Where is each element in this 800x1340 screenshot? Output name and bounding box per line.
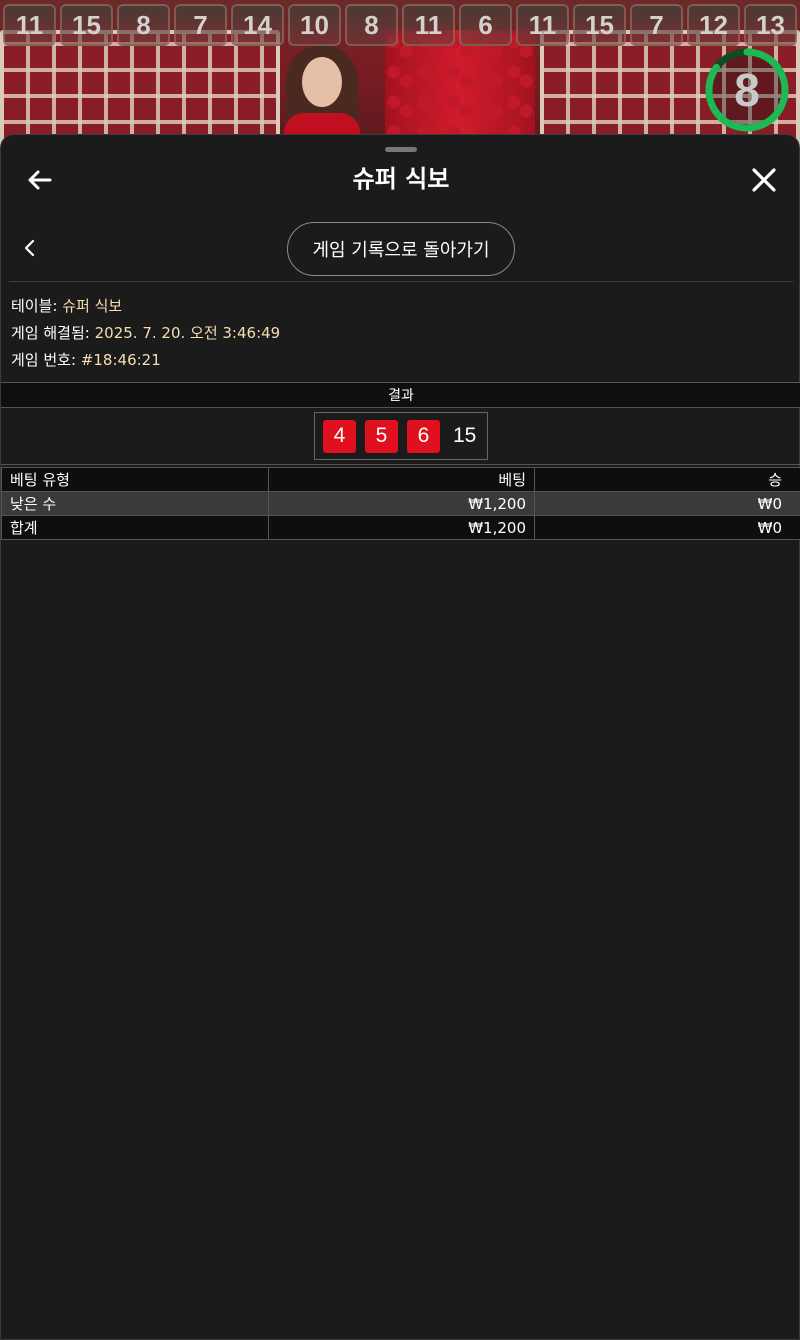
dice-result: 4 5 6 15 (314, 412, 488, 460)
info-resolved-line: 게임 해결됨: 2025. 7. 20. 오전 3:46:49 (11, 320, 280, 347)
info-table-line: 테이블: 슈퍼 식보 (11, 293, 280, 320)
chevron-left-icon[interactable] (19, 237, 41, 259)
timer-value: 8 (734, 64, 760, 116)
column-header-bet: 베팅 (268, 467, 535, 492)
bet-type-cell: 낮은 수 (1, 491, 269, 516)
history-cell: 12 (687, 4, 740, 46)
sheet-drag-handle[interactable] (385, 147, 417, 152)
curtain-decor (385, 30, 535, 150)
countdown-timer: 8 (703, 46, 791, 134)
result-row: 4 5 6 15 (1, 408, 800, 465)
column-header-win: 승 (534, 467, 800, 492)
die: 5 (365, 419, 398, 453)
game-number-value: #18:46:21 (80, 351, 161, 369)
divider (9, 281, 793, 282)
history-cell: 11 (402, 4, 455, 46)
win-amount-cell: ₩0 (534, 491, 800, 516)
result-history-strip: 11 15 8 7 14 10 8 11 6 11 15 7 12 13 (0, 0, 800, 48)
history-cell: 14 (231, 4, 284, 46)
history-cell: 8 (117, 4, 170, 46)
game-number-label: 게임 번호: (11, 351, 77, 369)
history-cell: 11 (3, 4, 56, 46)
history-cell: 13 (744, 4, 797, 46)
bet-type-cell: 합계 (1, 515, 269, 540)
bet-amount-cell: ₩1,200 (268, 491, 535, 516)
history-cell: 15 (60, 4, 113, 46)
page-title: 슈퍼 식보 (352, 165, 450, 193)
history-cell: 11 (516, 4, 569, 46)
win-amount-cell: ₩0 (534, 515, 800, 540)
sheet-header: 슈퍼 식보 (1, 153, 800, 205)
history-cell: 7 (630, 4, 683, 46)
back-to-history-button[interactable]: 게임 기록으로 돌아가기 (287, 222, 515, 276)
bet-amount-cell: ₩1,200 (268, 515, 535, 540)
die: 4 (323, 419, 356, 453)
table-row: 낮은 수 ₩1,200 ₩0 (1, 491, 800, 516)
resolved-value: 2025. 7. 20. 오전 3:46:49 (94, 324, 281, 342)
table-label: 테이블: (11, 297, 58, 315)
live-video-feed: 11 15 8 7 14 10 8 11 6 11 15 7 12 13 8 (0, 0, 800, 150)
table-row-total: 합계 ₩1,200 ₩0 (1, 515, 800, 540)
history-cell: 8 (345, 4, 398, 46)
table-header-row: 베팅 유형 베팅 승 (1, 467, 800, 492)
history-nav-row: 게임 기록으로 돌아가기 (1, 221, 800, 277)
bets-table: 베팅 유형 베팅 승 낮은 수 ₩1,200 ₩0 합계 ₩1,200 ₩0 (1, 467, 800, 540)
history-cell: 6 (459, 4, 512, 46)
close-icon[interactable] (747, 163, 781, 197)
resolved-label: 게임 해결됨: (11, 324, 90, 342)
game-detail-sheet: 슈퍼 식보 게임 기록으로 돌아가기 테이블: 슈퍼 식보 게임 해결됨: 20… (0, 134, 800, 1340)
history-cell: 15 (573, 4, 626, 46)
result-header: 결과 (1, 382, 800, 408)
column-header-bet-type: 베팅 유형 (1, 467, 269, 492)
lattice-decor-left (0, 30, 280, 150)
game-info: 테이블: 슈퍼 식보 게임 해결됨: 2025. 7. 20. 오전 3:46:… (11, 293, 280, 374)
dice-total: 15 (453, 424, 477, 447)
info-number-line: 게임 번호: #18:46:21 (11, 347, 280, 374)
result-section: 결과 4 5 6 15 베팅 유형 베팅 승 낮은 수 ₩1,200 ₩0 합계 (1, 382, 800, 540)
history-cell: 10 (288, 4, 341, 46)
table-value: 슈퍼 식보 (62, 297, 123, 315)
die: 6 (407, 419, 440, 453)
history-cell: 7 (174, 4, 227, 46)
